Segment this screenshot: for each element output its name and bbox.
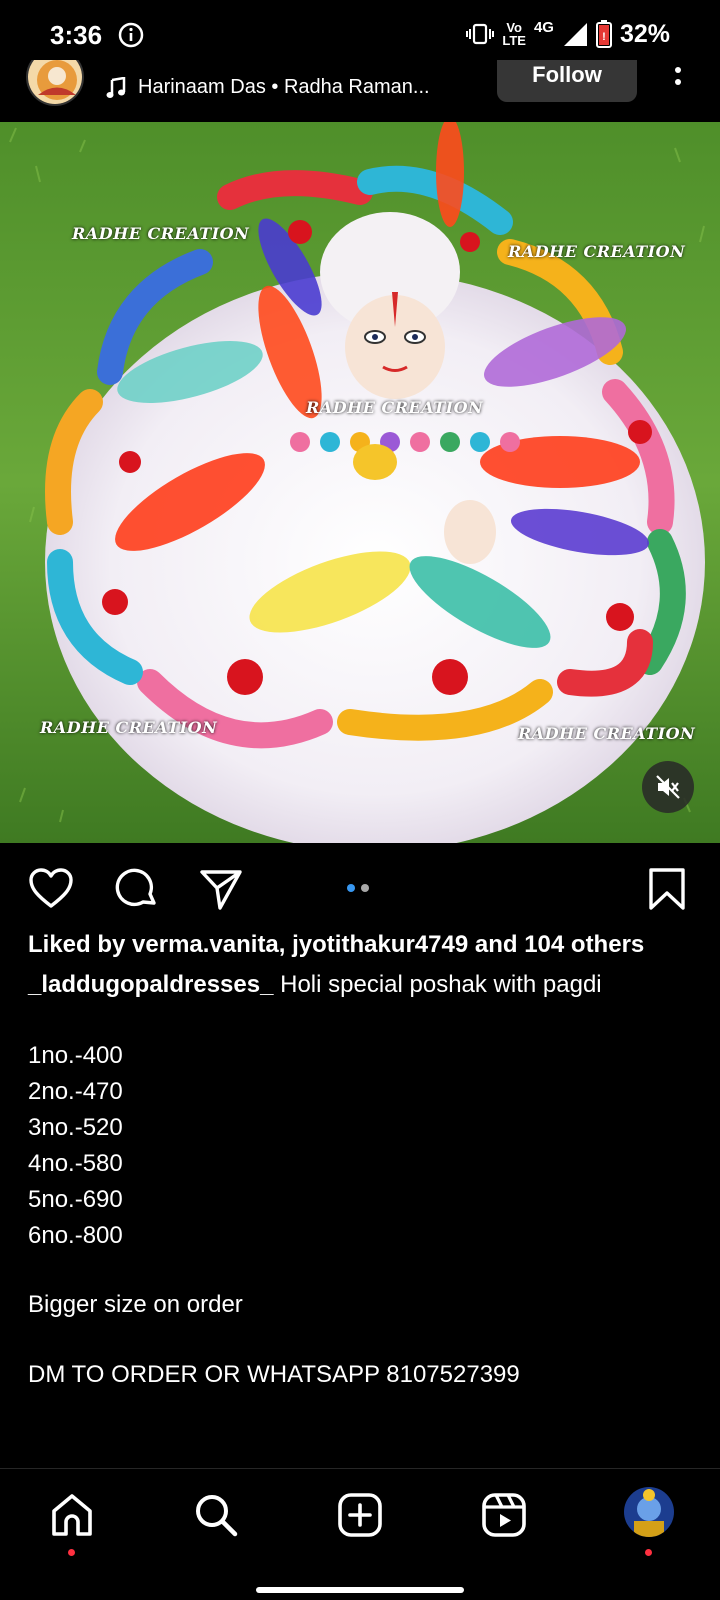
price-item: 4no.-580 bbox=[28, 1150, 123, 1177]
battery-percent: 32% bbox=[619, 19, 670, 48]
create-post-icon[interactable] bbox=[336, 1491, 384, 1539]
bottom-nav bbox=[0, 1468, 720, 1600]
like-heart-icon[interactable] bbox=[28, 866, 74, 912]
carousel-indicator bbox=[347, 884, 369, 892]
price-item: 3no.-520 bbox=[28, 1114, 123, 1141]
post-image[interactable]: RADHE CREATION RADHE CREATION RADHE CREA… bbox=[0, 122, 720, 843]
svg-text:!: ! bbox=[602, 31, 606, 43]
network-type: 4G bbox=[533, 19, 554, 36]
caption-contact: DM TO ORDER OR WHATSAPP 8107527399 bbox=[28, 1361, 520, 1388]
more-options-icon[interactable] bbox=[666, 66, 690, 96]
music-line[interactable]: Harinaam Das • Radha Raman... bbox=[106, 76, 430, 99]
carousel-dot bbox=[361, 884, 369, 892]
mute-button[interactable] bbox=[642, 761, 694, 813]
price-list: 1no.-400 2no.-470 3no.-520 4no.-580 5no.-690… bbox=[28, 1038, 688, 1254]
home-icon[interactable] bbox=[48, 1491, 96, 1539]
price-item: 6no.-800 bbox=[28, 1222, 123, 1249]
profile-notification-dot bbox=[645, 1549, 652, 1556]
music-text: Harinaam Das • Radha Raman... bbox=[138, 76, 430, 98]
info-icon bbox=[118, 22, 144, 48]
status-bar: 3:36 Vo LTE 4G ! 32% bbox=[0, 0, 720, 66]
battery-icon: ! bbox=[595, 20, 612, 48]
status-time: 3:36 bbox=[50, 20, 103, 50]
share-icon[interactable] bbox=[198, 866, 244, 912]
vibrate-icon bbox=[466, 23, 495, 45]
save-bookmark-icon[interactable] bbox=[644, 866, 690, 912]
comment-icon[interactable] bbox=[114, 866, 160, 912]
watermark: RADHE CREATION bbox=[72, 224, 250, 243]
home-notification-dot bbox=[68, 1549, 75, 1556]
caption-note: Bigger size on order bbox=[28, 1291, 243, 1318]
likes-text[interactable]: Liked by verma.vanita, jyotithakur4749 a… bbox=[28, 928, 688, 962]
post-header: Harinaam Das • Radha Raman... Follow bbox=[0, 60, 720, 122]
price-item: 2no.-470 bbox=[28, 1078, 123, 1105]
caption-username[interactable]: _laddugopaldresses_ bbox=[28, 971, 273, 998]
caption-text: _laddugopaldresses_ Holi special poshak … bbox=[28, 968, 688, 1002]
carousel-dot bbox=[347, 884, 355, 892]
post-actions bbox=[0, 860, 720, 920]
profile-avatar[interactable] bbox=[624, 1487, 674, 1537]
speaker-muted-icon bbox=[656, 775, 680, 799]
watermark: RADHE CREATION bbox=[306, 398, 484, 417]
watermark: RADHE CREATION bbox=[40, 718, 218, 737]
price-item: 5no.-690 bbox=[28, 1186, 123, 1213]
author-avatar[interactable] bbox=[26, 60, 84, 106]
caption: Liked by verma.vanita, jyotithakur4749 a… bbox=[28, 928, 688, 1392]
price-item: 1no.-400 bbox=[28, 1042, 123, 1069]
home-indicator[interactable] bbox=[256, 1587, 464, 1593]
watermark: RADHE CREATION bbox=[508, 242, 686, 261]
watermark: RADHE CREATION bbox=[518, 724, 696, 743]
follow-button[interactable]: Follow bbox=[497, 60, 637, 102]
signal-icon bbox=[563, 23, 587, 46]
volte-indicator: Vo LTE bbox=[502, 20, 526, 48]
reels-icon[interactable] bbox=[480, 1491, 528, 1539]
search-icon[interactable] bbox=[192, 1491, 240, 1539]
music-note-icon bbox=[106, 76, 126, 98]
caption-title: Holi special poshak with pagdi bbox=[280, 971, 602, 998]
